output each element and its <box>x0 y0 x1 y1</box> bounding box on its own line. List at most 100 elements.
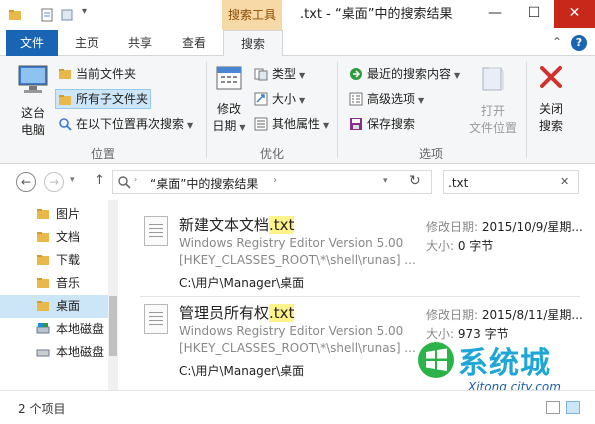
nav-item-desktop[interactable]: 桌面 <box>0 295 108 318</box>
search-input[interactable] <box>448 174 548 191</box>
recent-searches-button[interactable]: 最近的搜索内容 ▼ <box>347 64 460 84</box>
window-title: .txt - “桌面”中的搜索结果 <box>300 7 453 22</box>
search-again-icon <box>59 118 72 131</box>
subfolders-icon <box>59 95 71 105</box>
size-button[interactable]: 大小 ▼ <box>252 89 305 109</box>
result-path: C:\用户\Manager\桌面 <box>179 276 305 290</box>
drive-icon <box>36 349 50 357</box>
refine-group-label: 优化 <box>259 147 284 161</box>
close-search-button[interactable]: 关闭 搜索 <box>532 62 570 135</box>
this-pc-label: 这台 电脑 <box>20 106 45 137</box>
text-file-icon <box>144 304 168 334</box>
collapse-ribbon-icon[interactable]: ⌃ <box>552 35 562 49</box>
calendar-icon <box>216 66 242 90</box>
qat-dropdown-icon[interactable]: ▾ <box>82 6 87 17</box>
open-file-location-label: 打开 文件位置 <box>468 104 517 135</box>
folder-icon <box>37 232 49 242</box>
tab-share[interactable]: 共享 <box>114 30 166 56</box>
result-divider <box>140 296 580 297</box>
result-item[interactable]: 新建文本文档.txt Windows Registry Editor Versi… <box>140 210 583 296</box>
drive-icon <box>36 323 50 334</box>
location-group-label: 位置 <box>90 147 115 161</box>
address-row: ← → ▾ ↑ › “桌面”中的搜索结果 › ▾ ↻ ✕ <box>0 164 595 200</box>
size-label: 大小 <box>272 92 297 106</box>
nav-item-label: 桌面 <box>56 299 81 313</box>
scrollbar-thumb[interactable] <box>109 296 117 356</box>
new-folder-icon[interactable] <box>60 8 74 22</box>
result-snippet: Windows Registry Editor Version 5.00 <box>179 236 404 250</box>
site-watermark: 系统城 Xitong city.com <box>412 336 562 398</box>
modified-date-label: 修改 日期 ▼ <box>212 102 246 133</box>
maximize-button[interactable]: ☐ <box>514 0 554 28</box>
kind-button[interactable]: 类型 ▼ <box>252 64 305 84</box>
this-pc-button[interactable]: 这台 电脑 <box>12 62 54 139</box>
nav-item-downloads[interactable]: 下载 <box>0 249 108 272</box>
properties-list-icon <box>254 117 268 131</box>
tab-view[interactable]: 查看 <box>168 30 220 56</box>
nav-item-label: 下载 <box>56 253 81 267</box>
group-divider <box>526 62 527 158</box>
properties-icon[interactable] <box>40 8 54 22</box>
breadcrumb-location[interactable]: “桌面”中的搜索结果 <box>150 175 258 192</box>
tab-home[interactable]: 主页 <box>62 30 112 56</box>
search-box[interactable]: ✕ <box>443 170 579 194</box>
current-folder-button[interactable]: 当前文件夹 <box>56 64 136 84</box>
all-subfolders-button[interactable]: 所有子文件夹 <box>55 89 151 109</box>
result-date: 修改日期: 2015/10/9/星期... <box>426 220 583 234</box>
item-count: 2 个项目 <box>18 402 66 416</box>
nav-item-music[interactable]: 音乐 <box>0 272 108 295</box>
all-subfolders-label: 所有子文件夹 <box>76 92 149 106</box>
nav-item-label: 图片 <box>56 207 81 221</box>
search-again-label: 在以下位置再次搜索 <box>76 117 185 131</box>
breadcrumb-chevron-icon[interactable]: › <box>273 175 277 186</box>
window-icon[interactable] <box>8 8 22 22</box>
other-properties-button[interactable]: 其他属性 ▼ <box>252 114 329 134</box>
watermark-logo-icon <box>418 342 454 378</box>
folder-icon <box>37 209 49 219</box>
address-bar[interactable]: › “桌面”中的搜索结果 › ▾ ↻ <box>112 170 432 194</box>
nav-item-label: 文档 <box>56 230 81 244</box>
navigation-pane: 图片 文档 下载 音乐 桌面 本地磁盘 本地磁盘 <box>0 200 118 390</box>
advanced-options-button[interactable]: 高级选项 ▼ <box>347 89 424 109</box>
close-button[interactable]: ✕ <box>554 0 595 28</box>
advanced-options-label: 高级选项 <box>367 92 416 106</box>
nav-item-documents[interactable]: 文档 <box>0 226 108 249</box>
folder-icon <box>59 69 71 79</box>
minimize-button[interactable]: — <box>476 0 514 28</box>
nav-item-pictures[interactable]: 图片 <box>0 203 108 226</box>
modified-date-button[interactable]: 修改 日期 ▼ <box>211 62 247 136</box>
details-view-icon[interactable] <box>546 401 560 414</box>
save-search-button[interactable]: 保存搜索 <box>347 114 415 134</box>
up-button[interactable]: ↑ <box>94 173 105 188</box>
search-tools-context-label: 搜索工具 <box>222 0 282 30</box>
clear-search-icon[interactable]: ✕ <box>560 175 569 188</box>
nav-item-label: 音乐 <box>56 276 81 290</box>
back-button[interactable]: ← <box>16 172 36 192</box>
refresh-icon[interactable]: ↻ <box>409 173 421 189</box>
close-search-icon <box>540 66 562 88</box>
navigation-scrollbar[interactable] <box>108 200 118 390</box>
open-file-location-button[interactable]: 打开 文件位置 <box>466 62 520 137</box>
recent-locations-icon[interactable]: ▾ <box>70 175 75 185</box>
nav-item-local-disk[interactable]: 本地磁盘 <box>0 341 108 364</box>
recent-searches-label: 最近的搜索内容 <box>367 67 452 81</box>
result-date: 修改日期: 2015/8/11/星期... <box>426 308 583 322</box>
nav-item-label: 本地磁盘 <box>56 345 105 359</box>
search-again-button[interactable]: 在以下位置再次搜索 ▼ <box>56 114 193 134</box>
nav-item-label: 本地磁盘 <box>56 322 105 336</box>
result-name: 新建文本文档.txt <box>179 216 295 234</box>
forward-button[interactable]: → <box>44 172 64 192</box>
breadcrumb-chevron-icon[interactable]: › <box>134 175 137 184</box>
nav-item-local-disk[interactable]: 本地磁盘 <box>0 318 108 341</box>
size-icon <box>254 92 268 106</box>
help-icon[interactable]: ? <box>571 35 587 51</box>
title-bar: ▾ 搜索工具 .txt - “桌面”中的搜索结果 — ☐ ✕ <box>0 0 595 30</box>
address-dropdown-icon[interactable]: ▾ <box>383 176 388 186</box>
ribbon-tab-bar: 文件 主页 共享 查看 搜索 ⌃ ? <box>0 30 595 57</box>
tab-file[interactable]: 文件 <box>6 30 58 56</box>
other-properties-label: 其他属性 <box>272 117 321 131</box>
tab-search[interactable]: 搜索 <box>223 30 283 57</box>
text-file-icon <box>144 216 168 246</box>
content-view-icon[interactable] <box>566 401 580 414</box>
search-again-dropdown-icon: ▼ <box>187 121 194 130</box>
